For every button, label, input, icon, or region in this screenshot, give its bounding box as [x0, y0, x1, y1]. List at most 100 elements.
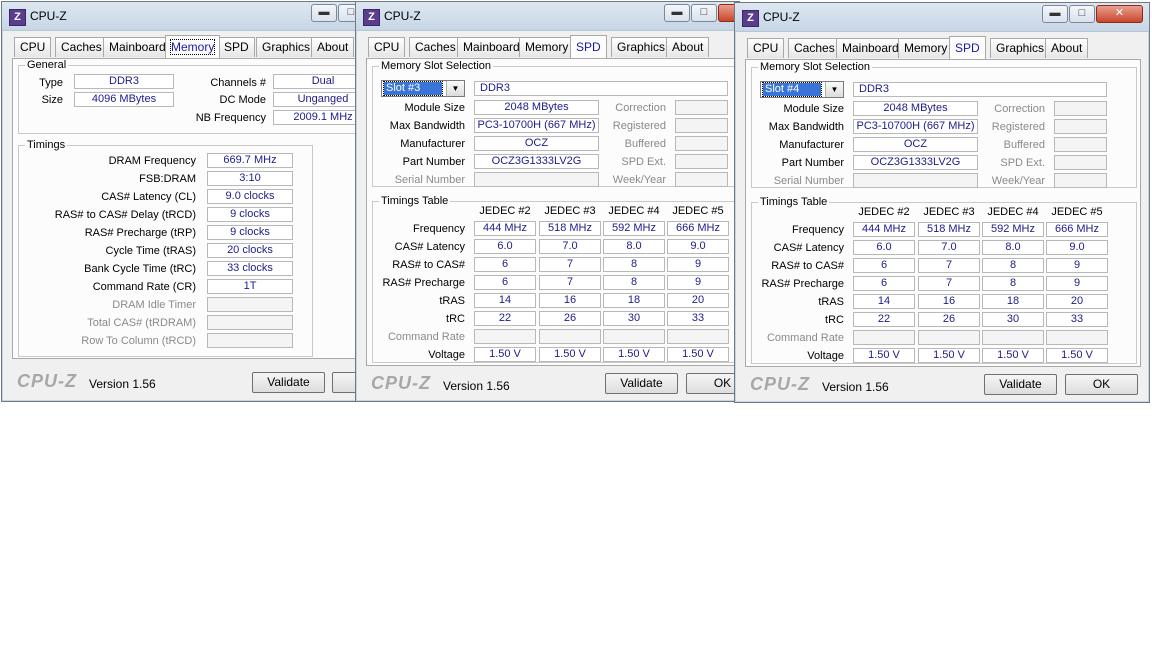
tab-mainboard[interactable]: Mainboard: [457, 37, 526, 57]
max-bandwidth-label: Max Bandwidth: [389, 120, 465, 132]
row-label: Command Rate: [766, 332, 844, 344]
table-cell: 1.50 V: [853, 348, 915, 363]
table-cell: 16: [918, 294, 980, 309]
column-header: JEDEC #5: [672, 205, 724, 217]
ok-button[interactable]: OK: [686, 373, 739, 394]
timing-value: 9 clocks: [207, 207, 293, 222]
channels-label: Channels #: [210, 77, 266, 89]
spd-ext-value: [1054, 155, 1107, 170]
chevron-down-icon[interactable]: ▼: [825, 82, 843, 97]
general-group: General Type DDR3 Size 4096 MBytes Chann…: [18, 59, 366, 134]
table-cell: 8.0: [603, 239, 665, 254]
part-number-value: OCZ3G1333LV2G: [853, 155, 978, 170]
minimize-button[interactable]: ▬: [311, 4, 337, 22]
tab-spd[interactable]: SPD: [570, 35, 607, 58]
tab-caches[interactable]: Caches: [55, 37, 108, 57]
close-button[interactable]: ✕: [1096, 5, 1143, 23]
row-label: Frequency: [413, 223, 465, 235]
row-label: Command Rate: [387, 331, 465, 343]
part-number-label: Part Number: [402, 156, 465, 168]
max-bandwidth-value: PC3-10700H (667 MHz): [474, 118, 599, 133]
table-cell: [539, 329, 601, 344]
column-header: JEDEC #5: [1051, 206, 1103, 218]
general-group-title: General: [25, 59, 69, 71]
timing-value: 33 clocks: [207, 261, 293, 276]
module-size-label: Module Size: [783, 103, 844, 115]
cpuz-footer-logo: CPU-Z: [371, 373, 431, 393]
tab-graphics[interactable]: Graphics: [990, 38, 1051, 58]
validate-button[interactable]: Validate: [252, 372, 325, 393]
window-title: CPU-Z: [30, 9, 67, 23]
table-cell: 7: [918, 276, 980, 291]
validate-button[interactable]: Validate: [605, 373, 678, 394]
type-label: Type: [39, 77, 63, 89]
tab-about[interactable]: About: [311, 37, 355, 57]
row-label: CAS# Latency: [773, 242, 844, 254]
table-cell: 9.0: [1046, 240, 1108, 255]
timing-label: Row To Column (tRCD): [81, 335, 196, 347]
buffered-label: Buffered: [624, 138, 666, 150]
week-year-value: [1054, 173, 1107, 188]
version-label: Version 1.56: [89, 377, 156, 391]
table-cell: 8: [603, 257, 665, 272]
table-cell: 592 MHz: [982, 222, 1044, 237]
slot-select[interactable]: Slot #3 ▼: [381, 80, 465, 97]
tab-caches[interactable]: Caches: [409, 37, 462, 57]
tab-spd[interactable]: SPD: [949, 36, 986, 59]
tab-graphics[interactable]: Graphics: [256, 37, 317, 57]
maximize-button[interactable]: □: [1069, 5, 1095, 23]
title-bar[interactable]: Z CPU-Z ▬ □ ✕: [735, 3, 1149, 32]
row-label: tRAS: [439, 295, 465, 307]
tab-about[interactable]: About: [666, 37, 710, 57]
tab-memory[interactable]: Memory: [165, 35, 221, 58]
ok-button[interactable]: OK: [1065, 374, 1138, 395]
nbfreq-label: NB Frequency: [195, 112, 266, 124]
memory-slot-selection-title: Memory Slot Selection: [379, 60, 494, 72]
minimize-button[interactable]: ▬: [1042, 5, 1068, 23]
serial-number-value: [853, 173, 978, 188]
title-bar[interactable]: Z CPU-Z ▬ □ ✕: [356, 2, 739, 31]
window-title: CPU-Z: [763, 10, 800, 24]
tab-graphics[interactable]: Graphics: [611, 37, 672, 57]
timing-label: Cycle Time (tRAS): [105, 245, 196, 257]
table-cell: 8: [982, 258, 1044, 273]
part-number-label: Part Number: [781, 157, 844, 169]
table-cell: 6.0: [474, 239, 536, 254]
tab-mainboard[interactable]: Mainboard: [103, 37, 172, 57]
memory-type-value: DDR3: [474, 81, 728, 96]
column-header: JEDEC #3: [923, 206, 975, 218]
table-cell: 22: [474, 311, 536, 326]
cpuz-app-icon: Z: [9, 9, 26, 26]
minimize-button[interactable]: ▬: [664, 4, 690, 22]
table-cell: 20: [1046, 294, 1108, 309]
row-label: RAS# Precharge: [761, 278, 844, 290]
table-cell: 8: [603, 275, 665, 290]
timings-table-title: Timings Table: [379, 195, 451, 207]
chevron-down-icon[interactable]: ▼: [446, 81, 464, 96]
tab-cpu[interactable]: CPU: [747, 38, 785, 58]
dcmode-value: Unganged: [273, 92, 366, 107]
table-cell: [982, 330, 1044, 345]
tab-about[interactable]: About: [1045, 38, 1089, 58]
slot-select[interactable]: Slot #4 ▼: [760, 81, 844, 98]
buffered-value: [675, 136, 728, 151]
tab-mainboard[interactable]: Mainboard: [836, 38, 905, 58]
manufacturer-label: Manufacturer: [400, 138, 465, 150]
maximize-button[interactable]: □: [691, 4, 717, 22]
timings-group-title: Timings: [25, 139, 68, 151]
tab-cpu[interactable]: CPU: [14, 37, 52, 57]
row-label: CAS# Latency: [394, 241, 465, 253]
title-bar[interactable]: Z CPU-Z ▬ □: [2, 2, 366, 31]
table-cell: 6.0: [853, 240, 915, 255]
tab-memory[interactable]: Memory: [519, 37, 575, 57]
timing-value: [207, 297, 293, 312]
tab-memory[interactable]: Memory: [898, 38, 954, 58]
tab-cpu[interactable]: CPU: [368, 37, 406, 57]
validate-button[interactable]: Validate: [984, 374, 1057, 395]
tab-spd[interactable]: SPD: [218, 37, 255, 57]
timing-value: 669.7 MHz: [207, 153, 293, 168]
timing-value: 20 clocks: [207, 243, 293, 258]
week-year-label: Week/Year: [991, 175, 1045, 187]
table-cell: 666 MHz: [1046, 222, 1108, 237]
tab-caches[interactable]: Caches: [788, 38, 841, 58]
